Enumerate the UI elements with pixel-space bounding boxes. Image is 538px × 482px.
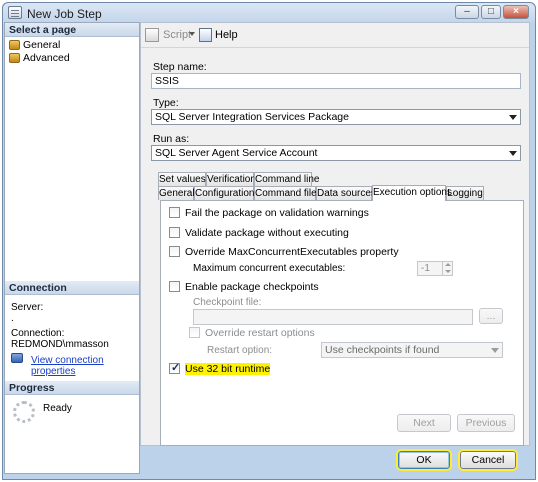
server-label: Server: [11, 302, 44, 313]
connection-properties-icon [11, 353, 23, 363]
fail-on-warnings-checkbox[interactable]: Fail the package on validation warnings [169, 207, 369, 219]
tab-execution-options[interactable]: Execution options [372, 185, 452, 201]
minimize-button[interactable]: – [455, 5, 479, 19]
progress-spinner-icon [13, 401, 35, 423]
page-item-general[interactable]: General [9, 39, 60, 52]
enable-checkpoints-checkbox[interactable]: Enable package checkpoints [169, 281, 319, 293]
max-concurrent-label: Maximum concurrent executables: [193, 263, 346, 274]
checkpoint-file-label: Checkpoint file: [193, 297, 262, 308]
close-button[interactable]: × [503, 5, 529, 19]
checkbox-box[interactable] [169, 246, 180, 257]
execution-options-panel: Fail the package on validation warnings … [160, 200, 524, 446]
page-item-label: Advanced [23, 52, 70, 64]
checkbox-box[interactable] [169, 227, 180, 238]
left-pane: Select a page General Advanced Connectio… [4, 22, 140, 474]
browse-checkpoint-button[interactable]: ... [479, 308, 503, 324]
run-as-select[interactable]: SQL Server Agent Service Account [151, 145, 521, 161]
script-dropdown-icon[interactable] [189, 32, 195, 36]
max-concurrent-value: -1 [421, 263, 430, 274]
override-max-concurrent-checkbox[interactable]: Override MaxConcurrentExecutables proper… [169, 246, 399, 258]
validate-without-executing-checkbox[interactable]: Validate package without executing [169, 227, 349, 239]
restart-option-value: Use checkpoints if found [325, 344, 440, 356]
checkbox-label: Fail the package on validation warnings [185, 207, 369, 219]
checkbox-box[interactable] [169, 362, 180, 374]
script-icon [145, 28, 159, 42]
page-item-advanced[interactable]: Advanced [9, 52, 70, 65]
job-step-icon [8, 6, 22, 19]
tab-command-files[interactable]: Command files [254, 186, 322, 200]
checkbox-label: Validate package without executing [185, 227, 349, 239]
cancel-button[interactable]: Cancel [458, 449, 518, 471]
maximize-button[interactable]: □ [481, 5, 501, 19]
spin-arrows-icon[interactable] [442, 262, 452, 275]
previous-button[interactable]: Previous [457, 414, 515, 432]
tab-set-values[interactable]: Set values [158, 172, 206, 186]
restart-option-select[interactable]: Use checkpoints if found [321, 342, 503, 358]
connection-value: REDMOND\mmasson [11, 339, 109, 350]
view-connection-properties-link[interactable]: View connection properties [31, 355, 139, 377]
checkmark-icon [169, 362, 180, 374]
help-button[interactable]: Help [215, 29, 238, 42]
script-button[interactable]: Script [163, 29, 191, 42]
chevron-down-icon [509, 115, 517, 120]
checkbox-label: Enable package checkpoints [185, 281, 319, 293]
tab-command-line[interactable]: Command line [254, 172, 319, 186]
help-icon [199, 28, 212, 42]
tab-data-sources[interactable]: Data sources [316, 186, 376, 200]
checkbox-label: Use 32 bit runtime [185, 363, 271, 375]
chevron-down-icon [491, 348, 499, 353]
chevron-down-icon [509, 151, 517, 156]
checkpoint-file-input[interactable] [193, 309, 473, 325]
progress-header: Progress [5, 381, 139, 395]
page-gear-icon [9, 40, 20, 50]
run-as-label: Run as: [153, 133, 190, 145]
connection-header: Connection [5, 281, 139, 295]
max-concurrent-stepper[interactable]: -1 [417, 261, 453, 276]
page-item-label: General [23, 39, 61, 51]
window-title: New Job Step [27, 7, 102, 21]
page-gear-icon [9, 53, 20, 63]
type-select-value: SQL Server Integration Services Package [155, 111, 349, 123]
use-32bit-runtime-checkbox[interactable]: Use 32 bit runtime [169, 362, 271, 375]
run-as-select-value: SQL Server Agent Service Account [155, 147, 318, 159]
toolbar-divider [141, 47, 529, 48]
override-restart-checkbox[interactable]: Override restart options [189, 327, 315, 339]
progress-status: Ready [43, 403, 72, 414]
checkbox-label: Override MaxConcurrentExecutables proper… [185, 246, 399, 258]
step-name-input[interactable]: SSIS [151, 73, 521, 89]
checkbox-box[interactable] [169, 207, 180, 218]
ok-button[interactable]: OK [396, 449, 452, 471]
tab-verification[interactable]: Verification [206, 172, 256, 186]
server-value: . [11, 313, 14, 324]
type-select[interactable]: SQL Server Integration Services Package [151, 109, 521, 125]
checkbox-label: Override restart options [205, 327, 315, 339]
step-name-label: Step name: [153, 61, 207, 73]
tab-configurations[interactable]: Configurations [194, 186, 259, 200]
select-page-header: Select a page [5, 23, 139, 37]
connection-label: Connection: [11, 328, 65, 339]
type-label: Type: [153, 97, 179, 109]
restart-option-label: Restart option: [207, 345, 273, 356]
checkbox-box[interactable] [189, 327, 200, 338]
checkbox-box[interactable] [169, 281, 180, 292]
title-bar[interactable]: New Job Step – □ × [3, 3, 535, 23]
tab-general[interactable]: General [158, 186, 195, 200]
next-button[interactable]: Next [397, 414, 451, 432]
